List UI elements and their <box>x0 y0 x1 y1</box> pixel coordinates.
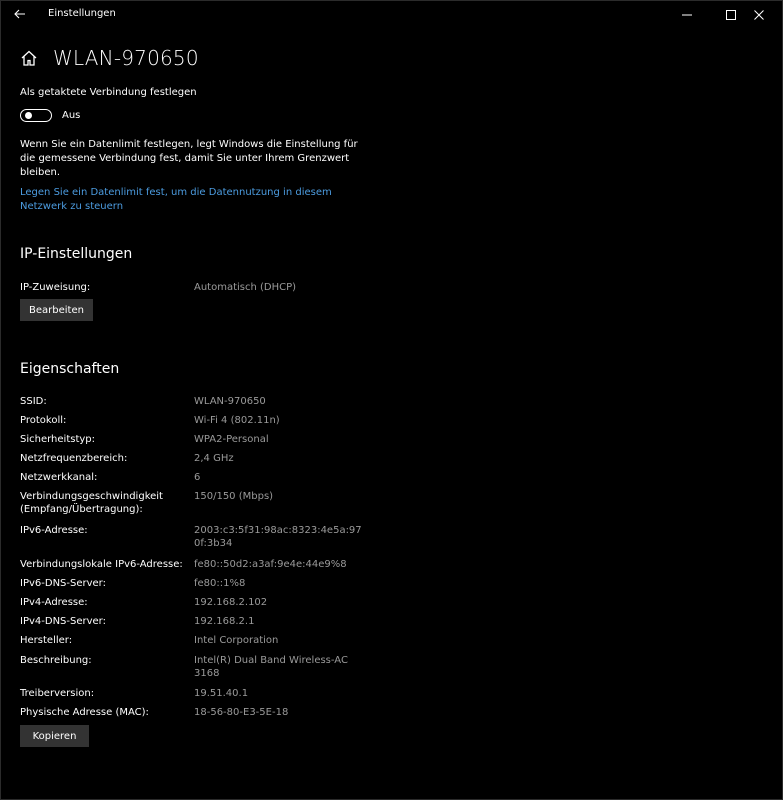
property-value: 2,4 GHz <box>194 453 234 464</box>
property-value: Wi-Fi 4 (802.11n) <box>194 415 280 426</box>
properties-heading: Eigenschaften <box>20 361 120 377</box>
property-label: IPv4-Adresse: <box>20 597 88 608</box>
property-label: IPv6-Adresse: <box>20 525 88 536</box>
property-label: Treiberversion: <box>20 688 95 699</box>
settings-window: Einstellungen WLAN-970650 Als getaktete … <box>0 0 783 800</box>
property-label: Beschreibung: <box>20 655 92 666</box>
property-label: Netzfrequenzbereich: <box>20 453 128 464</box>
property-label: Sicherheitstyp: <box>20 434 96 445</box>
property-label: SSID: <box>20 396 47 407</box>
property-label: Hersteller: <box>20 635 73 646</box>
close-icon <box>754 10 764 20</box>
app-title: Einstellungen <box>48 8 116 19</box>
property-value: 19.51.40.1 <box>194 688 249 699</box>
arrow-left-icon <box>14 9 25 19</box>
maximize-icon <box>726 10 736 20</box>
property-value: fe80::50d2:a3af:9e4e:44e9%8 <box>194 559 347 570</box>
property-value: 18-56-80-E3-5E-18 <box>194 707 289 718</box>
edit-ip-button[interactable]: Bearbeiten <box>20 299 93 321</box>
minimize-button[interactable] <box>665 1 709 29</box>
property-value: 6 <box>194 472 201 483</box>
property-value: WPA2-Personal <box>194 434 269 445</box>
page-title: WLAN-970650 <box>53 46 199 70</box>
title-bar: Einstellungen <box>1 1 782 29</box>
property-value: fe80::1%8 <box>194 578 246 589</box>
metered-connection-label: Als getaktete Verbindung festlegen <box>20 87 197 98</box>
page-header: WLAN-970650 <box>20 41 199 75</box>
property-label: Netzwerkkanal: <box>20 472 98 483</box>
property-value: Intel(R) Dual Band Wireless-AC 3168 <box>194 655 348 679</box>
property-label: IPv6-DNS-Server: <box>20 578 106 589</box>
property-label: Protokoll: <box>20 415 67 426</box>
metered-connection-toggle[interactable] <box>20 109 52 122</box>
back-button[interactable] <box>7 3 33 25</box>
close-button[interactable] <box>737 1 781 29</box>
toggle-knob <box>25 112 32 119</box>
property-label: IPv4-DNS-Server: <box>20 616 106 627</box>
ip-assignment-value: Automatisch (DHCP) <box>194 282 297 293</box>
copy-button[interactable]: Kopieren <box>20 725 89 747</box>
property-label: Physische Adresse (MAC): <box>20 707 149 718</box>
property-value: 192.168.2.102 <box>194 597 268 608</box>
property-label: Verbindungsgeschwindigkeit (Empfang/Über… <box>20 491 163 515</box>
metered-description: Wenn Sie ein Datenlimit festlegen, legt … <box>20 139 358 178</box>
data-limit-link[interactable]: Legen Sie ein Datenlimit fest, um die Da… <box>20 186 370 214</box>
property-value: WLAN-970650 <box>194 396 266 407</box>
property-value: 192.168.2.1 <box>194 616 255 627</box>
metered-toggle-row: Aus <box>20 109 80 122</box>
minimize-icon <box>682 14 692 16</box>
property-label: Verbindungslokale IPv6-Adresse: <box>20 559 183 570</box>
property-value: Intel Corporation <box>194 635 279 646</box>
property-value: 150/150 (Mbps) <box>194 491 274 502</box>
property-value: 2003:c3:5f31:98ac:8323:4e5a:970f:3b34 <box>194 525 362 549</box>
ip-settings-heading: IP-Einstellungen <box>20 246 133 262</box>
ip-assignment-label: IP-Zuweisung: <box>20 282 91 293</box>
toggle-state-label: Aus <box>62 110 81 121</box>
home-icon[interactable] <box>20 49 38 67</box>
